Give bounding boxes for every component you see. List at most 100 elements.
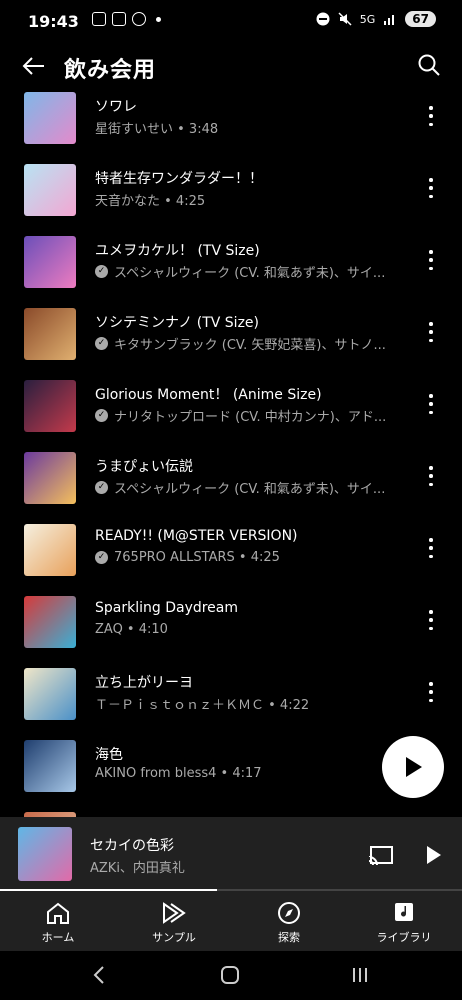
more-options-icon[interactable] [428, 106, 434, 126]
mute-icon [338, 12, 352, 26]
track-subtitle-text: 天音かなた • 4:25 [95, 194, 206, 209]
check-circle-icon [132, 12, 146, 26]
track-subtitle-text: スペシャルウィーク (CV. 和氣あず未)、サイ... [114, 266, 386, 281]
track-title: 海色 [95, 747, 123, 763]
track-artwork [24, 740, 76, 792]
nav-home-label: ホーム [41, 931, 75, 944]
track-title: Glorious Moment！ (Anime Size) [95, 387, 322, 403]
track-row[interactable]: Glorious Moment！ (Anime Size) ✓ ナリタトップロード … [0, 380, 462, 452]
track-subtitle: Ｔ－Ｐｉｓｔｏｎｚ＋ＫＭＣ • 4:22 [95, 694, 309, 713]
track-artwork [24, 524, 76, 576]
more-options-icon[interactable] [428, 394, 434, 414]
notification-icons [92, 12, 161, 26]
nav-library-label: ライブラリ [376, 931, 432, 944]
nav-explore-label: 探索 [278, 931, 300, 944]
screenshot-icon [92, 12, 106, 26]
track-row[interactable]: Sparkling Daydream ZAQ • 4:10 [0, 596, 462, 668]
back-arrow-icon[interactable] [20, 52, 48, 80]
more-notifications-icon [156, 16, 161, 22]
track-row[interactable]: READY!! (M@STER VERSION) ✓ 765PRO ALLSTARS… [0, 524, 462, 596]
more-options-icon[interactable] [428, 538, 434, 558]
track-subtitle-text: 765PRO ALLSTARS • 4:25 [114, 550, 280, 565]
play-all-button[interactable] [382, 736, 444, 798]
track-artwork [24, 380, 76, 432]
track-artwork [24, 452, 76, 504]
now-playing-title: セカイの色彩 [90, 838, 174, 854]
track-subtitle: AKINO from bless4 • 4:17 [95, 766, 262, 781]
compass-icon [278, 902, 300, 924]
track-subtitle: 天音かなた • 4:25 [95, 190, 205, 209]
track-subtitle: ✓ スペシャルウィーク (CV. 和氣あず未)、サイ... [95, 262, 385, 281]
line-icon [112, 12, 126, 26]
track-list: ソワレ星街すいせい • 3:48 特者生存ワンダラダー！！ 天音かなた • 4:25… [0, 92, 462, 817]
track-artwork [24, 164, 76, 216]
track-subtitle: ✓ 765PRO ALLSTARS • 4:25 [95, 550, 280, 565]
play-icon [406, 757, 422, 777]
more-options-icon[interactable] [428, 466, 434, 486]
track-title: ソワレ [95, 99, 137, 115]
track-title: 立ち上がリーヨ [95, 675, 193, 691]
track-title: ユメヲカケル！ (TV Size) [95, 243, 260, 259]
verified-check-icon: ✓ [95, 265, 108, 278]
more-options-icon[interactable] [428, 178, 434, 198]
status-time: 19:43 [28, 12, 79, 31]
more-options-icon[interactable] [428, 250, 434, 270]
track-artwork [24, 308, 76, 360]
nav-library[interactable]: ライブラリ [354, 891, 454, 951]
track-title: ソシテミンナノ (TV Size) [95, 315, 259, 331]
samples-icon [163, 902, 186, 924]
track-subtitle: 星街すいせい • 3:48 [95, 118, 218, 137]
track-subtitle: ✓ キタサンブラック (CV. 矢野妃菜喜)、サトノ... [95, 334, 386, 353]
more-options-icon[interactable] [428, 610, 434, 630]
system-back-icon[interactable] [92, 965, 106, 985]
status-bar: 19:43 5G 67 [0, 0, 462, 44]
now-playing-artist: AZKi、内田真礼 [90, 861, 185, 876]
track-subtitle: ✓ ナリタトップロード (CV. 中村カンナ)、アド... [95, 406, 386, 425]
more-options-icon[interactable] [428, 682, 434, 702]
track-subtitle-text: キタサンブラック (CV. 矢野妃菜喜)、サトノ... [114, 338, 386, 353]
track-subtitle-text: スペシャルウィーク (CV. 和氣あず未)、サイ... [114, 482, 386, 497]
nav-samples-label: サンプル [152, 931, 196, 944]
track-row[interactable]: ソワレ星街すいせい • 3:48 [0, 92, 462, 164]
track-title: Sparkling Daydream [95, 600, 239, 616]
track-artwork [24, 596, 76, 648]
system-navigation [0, 951, 462, 1000]
track-subtitle: ZAQ • 4:10 [95, 622, 168, 637]
page-title: 飲み会用 [64, 58, 157, 83]
nav-explore[interactable]: 探索 [239, 891, 339, 951]
track-subtitle-text: ZAQ • 4:10 [95, 622, 168, 637]
verified-check-icon: ✓ [95, 481, 108, 494]
track-artwork [24, 668, 76, 720]
verified-check-icon: ✓ [95, 551, 108, 564]
track-subtitle-text: AKINO from bless4 • 4:17 [95, 766, 262, 781]
track-title: READY!! (M@STER VERSION) [95, 528, 298, 544]
track-row[interactable]: ユメヲカケル！ (TV Size) ✓ スペシャルウィーク (CV. 和氣あず未)、… [0, 236, 462, 308]
track-subtitle-text: ナリタトップロード (CV. 中村カンナ)、アド... [114, 410, 387, 425]
system-home-icon[interactable] [220, 965, 240, 985]
now-playing-artwork [18, 827, 72, 881]
more-options-icon[interactable] [428, 322, 434, 342]
bottom-navigation: ホーム サンプル 探索 ライブラリ [0, 891, 462, 951]
nav-home[interactable]: ホーム [8, 891, 108, 951]
battery-level: 67 [405, 11, 436, 27]
track-row[interactable]: 立ち上がリーヨ Ｔ－Ｐｉｓｔｏｎｚ＋ＫＭＣ • 4:22 [0, 668, 462, 740]
app-bar: 飲み会用 [0, 44, 462, 92]
cast-icon[interactable] [368, 845, 394, 867]
track-artwork [24, 92, 76, 144]
track-subtitle-text: Ｔ－Ｐｉｓｔｏｎｚ＋ＫＭＣ • 4:22 [95, 698, 310, 713]
nav-samples[interactable]: サンプル [124, 891, 224, 951]
system-recents-icon[interactable] [350, 965, 370, 985]
track-subtitle-text: 星街すいせい • 3:48 [95, 122, 219, 137]
signal-icon [384, 15, 395, 25]
track-title: うまぴょい伝説 [95, 459, 193, 475]
verified-check-icon: ✓ [95, 409, 108, 422]
track-subtitle: ✓ スペシャルウィーク (CV. 和氣あず未)、サイ... [95, 478, 385, 497]
search-icon[interactable] [416, 52, 442, 78]
track-row[interactable]: うまぴょい伝説 ✓ スペシャルウィーク (CV. 和氣あず未)、サイ... [0, 452, 462, 524]
home-icon [47, 902, 69, 924]
track-row[interactable]: ソシテミンナノ (TV Size) ✓ キタサンブラック (CV. 矢野妃菜喜)、サ… [0, 308, 462, 380]
mini-player[interactable]: セカイの色彩 AZKi、内田真礼 [0, 817, 462, 891]
mini-play-icon[interactable] [426, 845, 442, 865]
track-row[interactable]: 特者生存ワンダラダー！！ 天音かなた • 4:25 [0, 164, 462, 236]
track-title: 特者生存ワンダラダー！！ [95, 171, 263, 187]
